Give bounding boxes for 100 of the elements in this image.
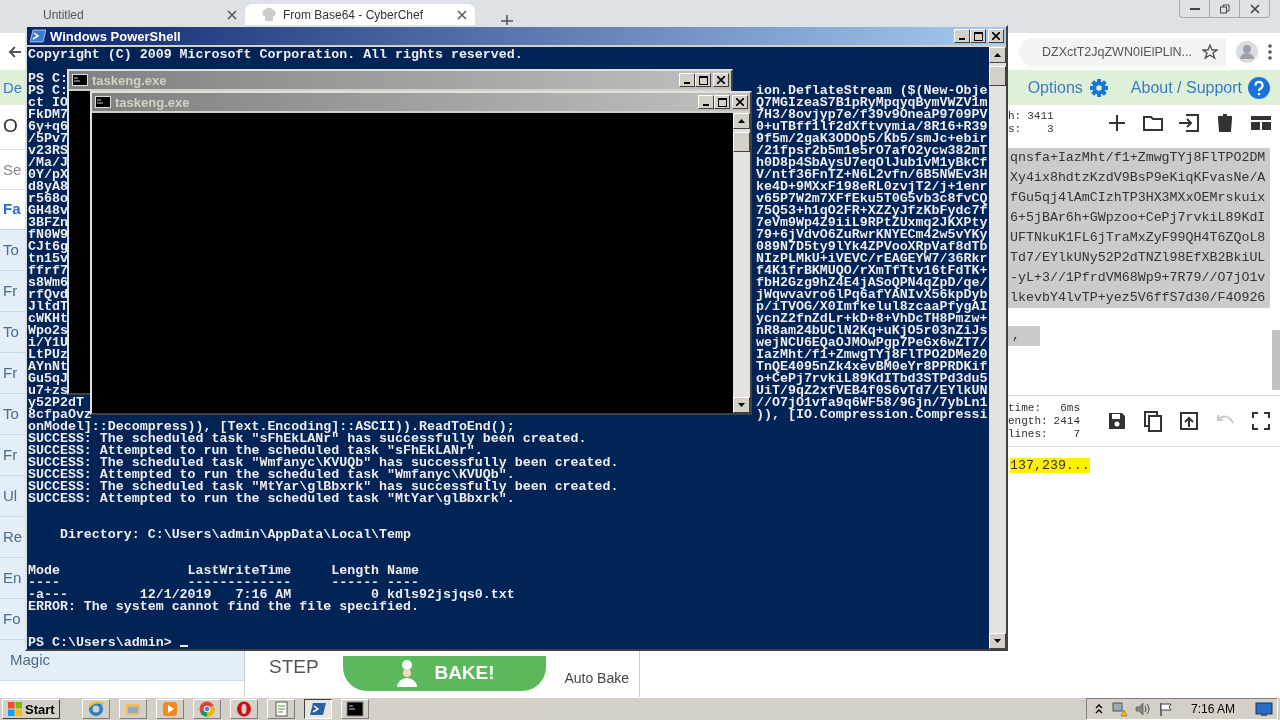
console-text: IazMht/f1+ZmwgTYj8FlTPO2DMe20 [756, 349, 988, 361]
copy-icon[interactable] [1142, 410, 1164, 432]
text-cursor [179, 645, 188, 647]
flag-icon[interactable] [1158, 702, 1173, 716]
minimize-button[interactable] [698, 95, 714, 109]
download-link[interactable]: De [3, 79, 23, 96]
category-item[interactable]: Re [0, 517, 25, 558]
arrow-down-icon[interactable] [738, 403, 745, 407]
console-text: 75Q53+h1qO2FR+XZZyJfzKbFydc7f [756, 205, 988, 217]
category-item[interactable]: Fo [0, 599, 25, 640]
start-button[interactable]: Start [2, 699, 60, 719]
console-text: Copyright (C) 2009 Microsoft Corporation. All rights reserved. [28, 47, 523, 62]
category-item[interactable]: En [0, 558, 25, 599]
upload-icon[interactable] [1178, 410, 1200, 432]
console-text: p/iTVOG/X0Imfkelul8zcaaPfygAI [756, 301, 988, 313]
settings-icon[interactable] [1088, 77, 1109, 98]
console-text: /Ma/J [28, 157, 68, 169]
arrow-up-icon[interactable] [738, 119, 745, 123]
bake-button[interactable]: BAKE! [342, 655, 547, 691]
close-icon [717, 76, 725, 84]
scrollbar[interactable] [989, 47, 1006, 649]
fullscreen-icon[interactable] [1250, 410, 1272, 432]
console-text: ycnZ2fnZdLr+kD+8+VhDcTH8Pmzw+ [756, 313, 988, 325]
browser-tab[interactable]: Untitled [30, 4, 245, 25]
terminal-icon [345, 701, 364, 717]
console-text: y52P2dT [28, 397, 84, 409]
input-text[interactable]: , [1008, 326, 1040, 346]
close-icon[interactable] [457, 9, 467, 20]
restore-icon[interactable] [1219, 3, 1230, 14]
category-item[interactable]: Ul [0, 476, 25, 517]
windows-flag-icon [7, 701, 23, 717]
step-button[interactable]: STEP [255, 656, 325, 678]
scrollbar-thumb[interactable] [1272, 330, 1280, 390]
console-text: fbH2Gzg9hZ4E4jASoQPN4qZpD/qe/ [756, 277, 988, 289]
console-text: V/ntf36FnTZ+N6L2vfn/6B5NWEv3H [756, 169, 988, 181]
browser-tab[interactable]: From Base64 - CyberChef [245, 4, 475, 25]
console-text: ffrf7 [28, 265, 68, 277]
console-text: jWqwvavro6lPq6afYANIvX56kpDyb [756, 289, 988, 301]
menu-icon[interactable] [1268, 43, 1272, 60]
console-text: TnQE4095nZk4xevBM0eYr8PPRDKif [756, 361, 988, 373]
about-link[interactable]: About / Support [1130, 78, 1242, 97]
category-item[interactable]: To [0, 312, 25, 353]
close-icon[interactable] [1249, 3, 1260, 14]
console-text: /21fpsr2b5m1e5rO7afO2ycw382mT [756, 145, 988, 157]
console-text: 6y+q6 [28, 121, 68, 133]
category-item[interactable]: Fr [0, 353, 25, 394]
console-text: PS C: [28, 73, 68, 85]
output-text: 137,239... [1010, 458, 1090, 473]
maximize-button[interactable] [695, 73, 711, 87]
maximize-button[interactable] [970, 29, 986, 43]
taskbar-button[interactable] [303, 699, 332, 719]
category-item[interactable]: Fr [0, 435, 25, 476]
star-icon[interactable] [1202, 43, 1218, 60]
console-text: -a--- 12/1/2019 7:16 AM 0 kdls92jsjqs0.txt [28, 587, 515, 602]
network-warning-icon[interactable] [1110, 701, 1127, 717]
close-button[interactable] [732, 95, 748, 109]
window-controls[interactable] [1179, 0, 1270, 18]
stat-value: 3411 [1027, 109, 1054, 123]
arrow-down-icon[interactable] [994, 639, 1001, 643]
address-bar[interactable]: DZXctT2JqZWN0IElPLlN... [1019, 37, 1226, 66]
options-link[interactable]: Options [1027, 78, 1083, 97]
chef-hat-icon [261, 6, 277, 23]
input-text[interactable]: qnsfa+IazMht/f1+ZmwgTYj8FlTPO2DM Xy4ix8hdtzKzdV9BsP9eKiqKFvasNe/A fGu5qj4lAmCIzhTP3HX3MXxOEMrskuix 6+5jBAr6h+GWpzoo+CePj7rvkiL89KdI UFTNkuK1FL6jTraMxZyF99QH4T6ZQoL8 Td7/EYlkUNy52P2dTNZl98EfXB2BkiUL -yL+3//1PfrdVM68Wp9+7R79//O7jO1v lkevbY4lvTP+yez5V6ffS7d30/F4O926 [1008, 148, 1270, 308]
help-icon[interactable] [1248, 76, 1270, 99]
console-text: /5Pv7 [28, 133, 68, 145]
category-item[interactable]: To [0, 230, 25, 271]
console-text: 0Y/pX [28, 169, 68, 181]
console-text: NIzPLMkU+iVEVC/rEAGEYW7/36Rkr [756, 253, 988, 265]
import-icon[interactable] [1178, 111, 1200, 134]
minimize-button[interactable] [954, 29, 970, 43]
maximize-button[interactable] [714, 95, 730, 109]
minimize-button[interactable] [679, 73, 695, 87]
auto-bake-label[interactable]: Auto Bake [564, 670, 629, 686]
stat-value: 2414 [1053, 414, 1080, 428]
close-icon[interactable] [227, 9, 237, 20]
avatar-icon[interactable] [1236, 40, 1258, 63]
scrollbar-thumb[interactable] [733, 132, 750, 152]
console-text: tn15v [28, 253, 68, 265]
monitor-icon[interactable] [1255, 702, 1273, 716]
scrollbar[interactable] [733, 113, 750, 413]
save-icon[interactable] [1106, 410, 1128, 432]
console-text: Wpo2s [28, 325, 68, 337]
category-item[interactable]: Fr [0, 271, 25, 312]
stat-label: time: [1008, 401, 1042, 415]
scrollbar-thumb[interactable] [989, 66, 1006, 86]
back-arrow-icon[interactable] [8, 44, 22, 59]
chevron-up-icon[interactable] [1094, 704, 1103, 714]
console-text: v65P7W2m7XFfEku5T0G5vb3c8fvCQ [756, 193, 988, 205]
console-text: o+CePj7rvkiL89KdITbd3STPd3du5 [756, 373, 988, 385]
close-button[interactable] [988, 29, 1004, 43]
arrow-up-icon[interactable] [994, 53, 1001, 57]
console-text: r568o [28, 193, 68, 205]
speaker-icon[interactable] [1134, 702, 1151, 716]
window-title: Windows PowerShell [50, 28, 182, 44]
console-text: LtPUz [28, 349, 68, 361]
console-text: FkDM7 [28, 109, 68, 121]
clock[interactable]: 7:16 AM [1190, 702, 1235, 716]
close-button[interactable] [713, 73, 729, 87]
category-item[interactable]: To [0, 394, 25, 435]
powershell-icon [308, 700, 327, 718]
